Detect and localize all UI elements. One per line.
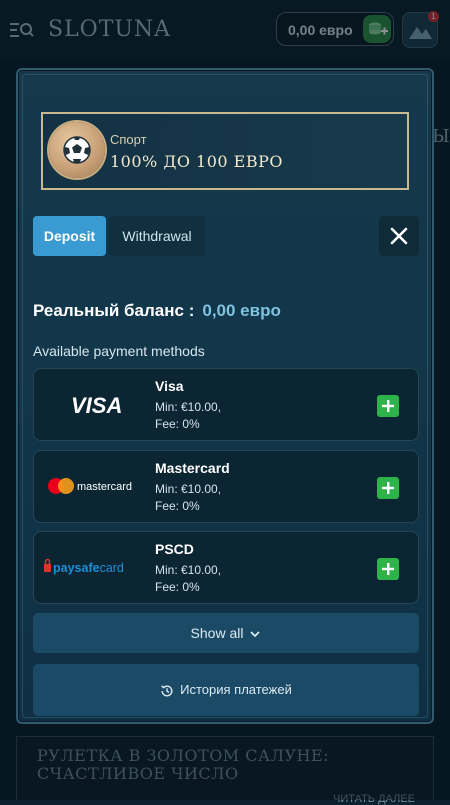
real-balance: Реальный баланс : 0,00 евро <box>33 301 281 321</box>
payment-method-pscd[interactable]: paysafecard PSCD Min: €10.00, Fee: 0% <box>33 531 419 604</box>
payment-history-button[interactable]: История платежей <box>33 664 419 716</box>
paysafe-text: paysafe <box>53 561 100 575</box>
method-min: Min: €10.00, <box>155 400 222 414</box>
paysafecard-logo: paysafecard <box>44 532 154 603</box>
tab-deposit[interactable]: Deposit <box>33 216 106 256</box>
method-fee: Fee: 0% <box>155 499 200 513</box>
mastercard-logo-text: mastercard <box>77 481 132 493</box>
balance-value: 0,00 евро <box>202 301 281 320</box>
balance-label: Реальный баланс : <box>33 301 195 320</box>
plus-icon <box>382 400 394 412</box>
promo-banner[interactable]: Спорт 100% ДО 100 ЕВРО <box>41 112 409 190</box>
history-label: История платежей <box>180 682 292 697</box>
add-method-button[interactable] <box>377 477 399 499</box>
visa-logo-text: VISA <box>71 393 122 418</box>
method-name: PSCD <box>155 541 194 557</box>
promo-title: 100% ДО 100 ЕВРО <box>110 152 283 171</box>
method-name: Mastercard <box>155 460 230 476</box>
method-min: Min: €10.00, <box>155 482 222 496</box>
close-button[interactable] <box>379 216 419 256</box>
promo-subtitle: Спорт <box>110 132 147 147</box>
visa-logo: VISA <box>44 369 154 440</box>
method-min: Min: €10.00, <box>155 563 222 577</box>
svg-text:paysafecard: paysafecard <box>53 561 124 575</box>
tab-withdrawal[interactable]: Withdrawal <box>109 216 205 256</box>
add-method-button[interactable] <box>377 395 399 417</box>
method-name: Visa <box>155 378 184 394</box>
plus-icon <box>382 563 394 575</box>
payment-modal: Спорт 100% ДО 100 ЕВРО Deposit Withdrawa… <box>16 68 434 724</box>
payment-method-mastercard[interactable]: mastercard Mastercard Min: €10.00, Fee: … <box>33 450 419 523</box>
card-text: card <box>100 561 124 575</box>
payment-tabs: Deposit Withdrawal <box>33 216 205 256</box>
soccer-ball-icon <box>49 122 105 178</box>
history-icon <box>161 684 173 697</box>
plus-icon <box>382 482 394 494</box>
method-fee: Fee: 0% <box>155 580 200 594</box>
close-icon <box>390 227 408 245</box>
method-fee: Fee: 0% <box>155 417 200 431</box>
add-method-button[interactable] <box>377 558 399 580</box>
show-all-label: Show all <box>190 625 244 641</box>
payment-method-visa[interactable]: VISA Visa Min: €10.00, Fee: 0% <box>33 368 419 441</box>
mastercard-logo: mastercard <box>44 451 154 522</box>
methods-title: Available payment methods <box>33 343 205 359</box>
chevron-down-icon <box>250 631 261 638</box>
show-all-button[interactable]: Show all <box>33 613 419 653</box>
